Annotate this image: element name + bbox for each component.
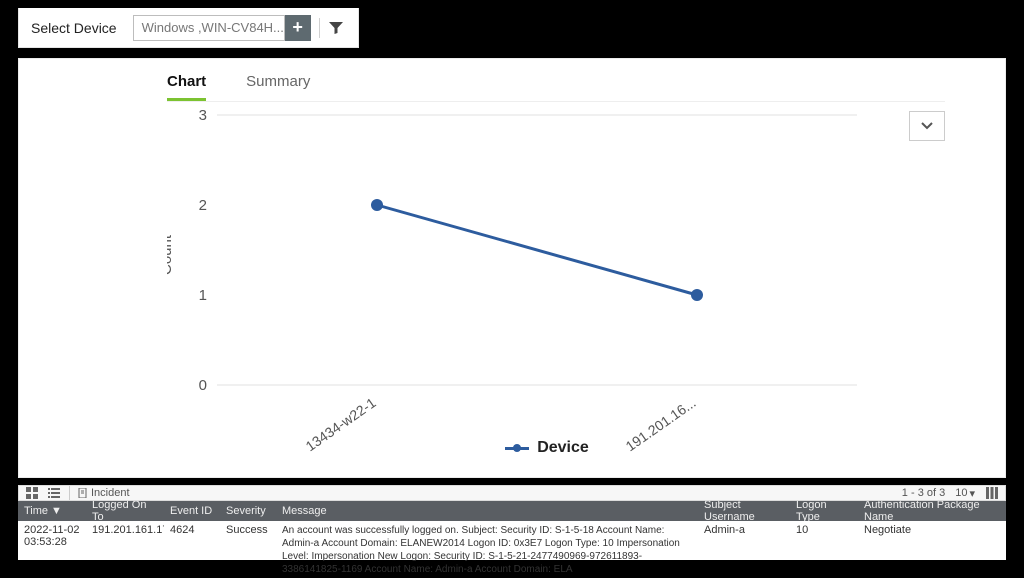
tab-chart[interactable]: Chart bbox=[167, 73, 206, 101]
tab-summary[interactable]: Summary bbox=[246, 73, 310, 101]
cell-auth-package: Negotiate bbox=[858, 521, 1006, 539]
series-line bbox=[377, 205, 697, 295]
cell-message: An account was successfully logged on. S… bbox=[276, 521, 698, 578]
col-logged-on-to[interactable]: Logged On To bbox=[86, 501, 164, 521]
col-message[interactable]: Message bbox=[276, 501, 698, 521]
sort-desc-icon: ▼ bbox=[51, 505, 62, 517]
data-point[interactable] bbox=[371, 199, 383, 211]
col-logon-type[interactable]: Logon Type bbox=[790, 501, 858, 521]
device-select-input[interactable]: Windows ,WIN-CV84H... bbox=[133, 15, 285, 41]
y-tick: 2 bbox=[199, 197, 207, 214]
document-icon bbox=[78, 488, 88, 498]
table-row[interactable]: 2022-11-02 03:53:28 191.201.161.173 4624… bbox=[18, 521, 1006, 578]
caret-down-icon: ▾ bbox=[969, 487, 975, 500]
device-select-value: Windows ,WIN-CV84H... bbox=[142, 20, 284, 35]
select-device-label: Select Device bbox=[31, 20, 117, 36]
incident-button[interactable]: Incident bbox=[78, 487, 130, 499]
separator bbox=[69, 486, 70, 500]
chart-area: Count 3 2 1 0 13434-w22-1 191.201.16... … bbox=[167, 105, 927, 465]
panel-tabs: Chart Summary bbox=[19, 59, 1005, 101]
data-point[interactable] bbox=[691, 289, 703, 301]
chart-svg: Count 3 2 1 0 13434-w22-1 191.201.16... bbox=[167, 105, 927, 465]
legend-label: Device bbox=[537, 439, 589, 457]
filter-icon[interactable] bbox=[328, 20, 344, 36]
table-toolbar: Incident 1 - 3 of 3 10 ▾ bbox=[18, 485, 1006, 501]
settings-columns-icon[interactable] bbox=[985, 486, 999, 500]
y-tick: 3 bbox=[199, 107, 207, 124]
chart-panel: Chart Summary Count 3 2 1 0 13434-w22-1 … bbox=[18, 58, 1006, 478]
separator bbox=[319, 18, 320, 38]
table-header-row: Time▼ Logged On To Event ID Severity Mes… bbox=[18, 501, 1006, 521]
cell-severity: Success bbox=[220, 521, 276, 539]
col-event-id[interactable]: Event ID bbox=[164, 501, 220, 521]
legend-swatch bbox=[505, 447, 529, 450]
y-axis-label: Count bbox=[167, 234, 175, 275]
y-tick: 1 bbox=[199, 287, 207, 304]
tab-underline bbox=[167, 101, 945, 102]
incident-label-text: Incident bbox=[91, 487, 130, 499]
results-table-panel: Incident 1 - 3 of 3 10 ▾ Time▼ Logged On… bbox=[18, 485, 1006, 560]
col-time[interactable]: Time▼ bbox=[18, 501, 86, 521]
device-selector-bar: Select Device Windows ,WIN-CV84H... + bbox=[18, 8, 359, 48]
cell-subject-username: Admin-a bbox=[698, 521, 790, 539]
cell-event-id: 4624 bbox=[164, 521, 220, 539]
page-size-select[interactable]: 10 ▾ bbox=[955, 487, 975, 500]
col-severity[interactable]: Severity bbox=[220, 501, 276, 521]
col-subject-username[interactable]: Subject Username bbox=[698, 501, 790, 521]
cell-logged-on-to: 191.201.161.173 bbox=[86, 521, 164, 539]
col-auth-package[interactable]: Authentication Package Name bbox=[858, 501, 1006, 521]
page-size-value: 10 bbox=[955, 487, 967, 499]
add-device-button[interactable]: + bbox=[285, 15, 311, 41]
grid-view-icon[interactable] bbox=[25, 486, 39, 500]
cell-logon-type: 10 bbox=[790, 521, 858, 539]
list-view-icon[interactable] bbox=[47, 486, 61, 500]
pagination-range: 1 - 3 of 3 bbox=[902, 487, 945, 499]
cell-time: 2022-11-02 03:53:28 bbox=[18, 521, 86, 551]
y-tick: 0 bbox=[199, 377, 207, 394]
chart-legend: Device bbox=[167, 439, 927, 457]
